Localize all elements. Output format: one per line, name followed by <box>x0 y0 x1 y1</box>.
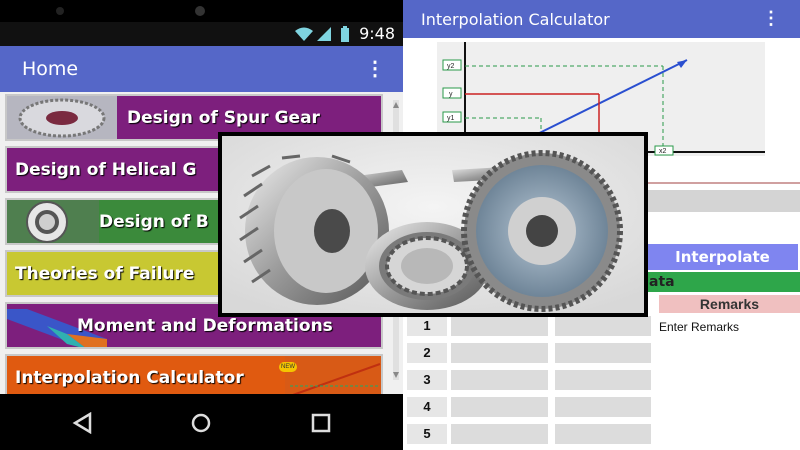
x-value-input[interactable] <box>451 316 548 336</box>
phone-top-bezel <box>56 6 205 16</box>
back-icon[interactable] <box>72 412 94 434</box>
remarks-input[interactable]: Enter Remarks <box>659 318 800 336</box>
status-bar: 9:48 <box>0 22 403 46</box>
menu-item-label: Moment and Deformations <box>77 316 333 336</box>
y-value-input[interactable] <box>555 370 651 390</box>
divider <box>647 182 800 184</box>
new-badge: NEW <box>279 362 297 372</box>
graph-label-x2: x2 <box>659 148 667 155</box>
bearing-thumbnail-icon <box>7 200 99 243</box>
menu-item-label: Theories of Failure <box>15 264 195 284</box>
x-value-input[interactable] <box>451 343 548 363</box>
graph-label-y1: y1 <box>447 115 455 122</box>
wifi-icon <box>295 27 313 41</box>
battery-icon <box>341 26 349 42</box>
home-title: Home <box>22 58 79 80</box>
remarks-header: Remarks <box>659 295 800 313</box>
spur-gear-thumbnail-icon <box>7 96 117 139</box>
android-nav-bar <box>0 394 403 450</box>
x-value-input[interactable] <box>451 424 548 444</box>
table-row: 5 <box>407 424 651 444</box>
graph-label-y2: y2 <box>447 63 455 70</box>
gears-and-bearing-photo <box>222 136 644 313</box>
status-time: 9:48 <box>359 24 395 43</box>
calculator-title: Interpolation Calculator <box>421 10 610 29</box>
row-number: 2 <box>407 343 447 363</box>
table-row: 3 <box>407 370 651 390</box>
menu-item-label: Interpolation Calculator <box>15 368 244 388</box>
menu-item-label: Design of Helical G <box>15 160 197 180</box>
y-value-input[interactable] <box>555 397 651 417</box>
signal-icon <box>317 27 331 41</box>
screenshot-collage: 9:48 Home ⋮ Design of Spur Gear Design o… <box>0 0 800 450</box>
row-number: 5 <box>407 424 447 444</box>
table-row: 1 <box>407 316 651 336</box>
row-number: 1 <box>407 316 447 336</box>
table-row: 2 <box>407 343 651 363</box>
table-row: 4 <box>407 397 651 417</box>
home-icon[interactable] <box>190 412 212 434</box>
interpolate-button[interactable]: Interpolate <box>647 244 798 270</box>
row-number: 4 <box>407 397 447 417</box>
input-band[interactable] <box>647 190 800 212</box>
menu-item-label: Design of Spur Gear <box>127 108 320 128</box>
y-value-input[interactable] <box>555 424 651 444</box>
row-number: 3 <box>407 370 447 390</box>
menu-item-label: Design of B <box>99 212 209 232</box>
calculator-app-bar: Interpolation Calculator ⋮ <box>403 0 800 38</box>
gears-photo-frame <box>218 132 648 317</box>
data-button[interactable]: ata <box>647 272 800 292</box>
overflow-menu-icon[interactable]: ⋮ <box>365 56 385 81</box>
x-value-input[interactable] <box>451 370 548 390</box>
x-value-input[interactable] <box>451 397 548 417</box>
y-value-input[interactable] <box>555 343 651 363</box>
graph-label-y: y <box>449 91 453 98</box>
overflow-menu-icon[interactable]: ⋮ <box>762 8 780 29</box>
recents-icon[interactable] <box>310 412 332 434</box>
home-app-bar: Home ⋮ <box>0 46 403 92</box>
spur-gear-icon <box>461 150 623 312</box>
y-value-input[interactable] <box>555 316 651 336</box>
